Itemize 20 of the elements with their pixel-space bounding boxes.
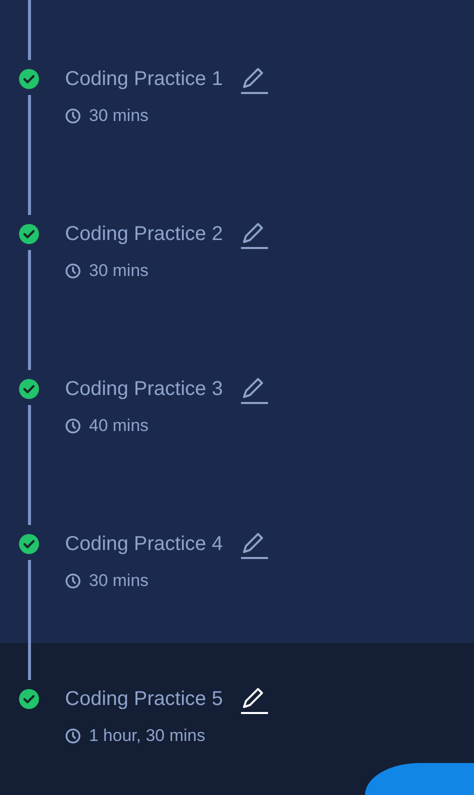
task-row[interactable]: Coding Practice 4 30 mins bbox=[0, 488, 474, 643]
duration-text: 1 hour, 30 mins bbox=[89, 725, 206, 747]
clock-icon bbox=[65, 418, 81, 434]
duration-text: 40 mins bbox=[89, 415, 149, 437]
task-row[interactable]: Coding Practice 2 30 mins bbox=[0, 178, 474, 333]
task-row[interactable]: Coding Practice 1 30 mins bbox=[0, 23, 474, 178]
task-title: Coding Practice 1 bbox=[65, 68, 223, 90]
task-row[interactable]: Coding Practice 3 40 mins bbox=[0, 333, 474, 488]
task-title: Coding Practice 2 bbox=[65, 223, 223, 245]
task-title: Coding Practice 5 bbox=[65, 688, 223, 710]
clock-icon bbox=[65, 108, 81, 124]
duration-text: 30 mins bbox=[89, 570, 149, 592]
task-title: Coding Practice 4 bbox=[65, 533, 223, 555]
selected-row[interactable]: Coding Practice 5 1 hour, 30 mins bbox=[0, 643, 474, 795]
duration-text: 30 mins bbox=[89, 105, 149, 127]
clock-icon bbox=[65, 262, 81, 279]
duration-text: 30 mins bbox=[89, 260, 149, 282]
task-title: Coding Practice 3 bbox=[65, 378, 223, 400]
clock-icon bbox=[65, 572, 81, 589]
clock-icon bbox=[65, 728, 81, 744]
